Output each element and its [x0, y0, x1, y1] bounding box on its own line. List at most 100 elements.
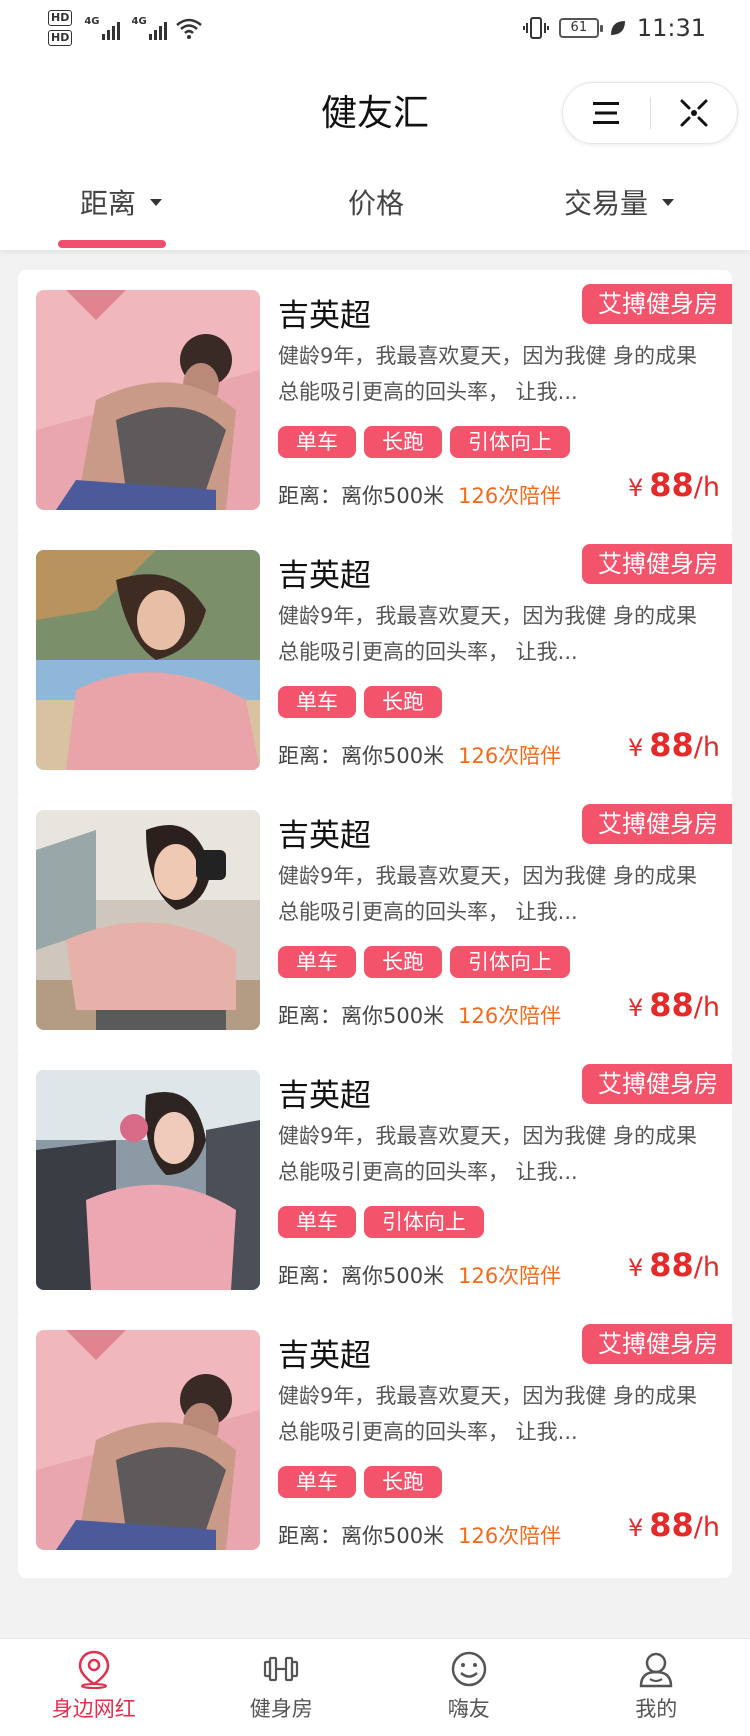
close-target-icon: [680, 99, 708, 127]
status-left: HD HD 4G 4G: [48, 10, 203, 46]
caret-down-icon: [150, 198, 163, 206]
trainer-card[interactable]: 吉英超 艾搏健身房 健龄9年，我最喜欢夏天，因为我健 身的成果总能吸引更高的回头…: [18, 270, 732, 538]
tab-friends[interactable]: 嗨友: [375, 1639, 563, 1736]
hd-badge-1: HD: [48, 10, 73, 26]
price-unit: /h: [693, 472, 720, 503]
vibrate-icon: [522, 17, 549, 39]
tab-nearby[interactable]: 身边网红: [0, 1639, 188, 1736]
price: ¥ 88 /h: [628, 726, 720, 764]
price-currency: ¥: [627, 1254, 644, 1282]
price-currency: ¥: [627, 474, 644, 502]
leaf-icon: [610, 21, 625, 35]
filter-distance-label: 距离: [80, 187, 137, 220]
trainer-card[interactable]: 吉英超 艾搏健身房 健龄9年，我最喜欢夏天，因为我健 身的成果总能吸引更高的回头…: [18, 530, 732, 798]
skill-tags: 单车 长跑: [278, 1466, 442, 1498]
trainer-description: 健龄9年，我最喜欢夏天，因为我健 身的成果总能吸引更高的回头率， 让我...: [278, 1124, 698, 1184]
skill-tags: 单车 长跑: [278, 686, 442, 718]
trainer-name: 吉英超: [278, 558, 371, 594]
price-unit: /h: [693, 1512, 720, 1543]
trainer-description: 健龄9年，我最喜欢夏天，因为我健 身的成果总能吸引更高的回头率， 让我...: [278, 604, 698, 664]
person-icon: [639, 1652, 673, 1688]
distance-row: 距离：离你500米 126次陪伴: [278, 1520, 561, 1550]
trainer-card[interactable]: 吉英超 艾搏健身房 健龄9年，我最喜欢夏天，因为我健 身的成果总能吸引更高的回头…: [18, 790, 732, 1058]
filter-price[interactable]: 价格: [348, 182, 404, 222]
trainer-name: 吉英超: [278, 298, 371, 334]
gym-badge: 艾搏健身房: [582, 1324, 732, 1364]
distance-row: 距离：离你500米 126次陪伴: [278, 1000, 561, 1030]
companion-count: 126次陪伴: [458, 1264, 562, 1288]
distance-row: 距离：离你500米 126次陪伴: [278, 480, 561, 510]
filter-bar: 距离 价格 交易量: [0, 158, 750, 250]
trainer-photo: [36, 810, 260, 1030]
distance-text: 距离：离你500米: [278, 484, 445, 508]
filter-volume-label: 交易量: [564, 187, 649, 220]
title-bar: 健友汇: [0, 62, 750, 158]
gym-badge: 艾搏健身房: [582, 1064, 732, 1104]
mini-program-capsule: [562, 82, 738, 144]
skill-tag: 长跑: [364, 686, 442, 718]
signal-icon-1: 4G: [84, 16, 120, 40]
companion-count: 126次陪伴: [458, 1004, 562, 1028]
location-pin-icon: [78, 1650, 110, 1689]
trainer-photo: [36, 550, 260, 770]
trainer-card[interactable]: 吉英超 艾搏健身房 健龄9年，我最喜欢夏天，因为我健 身的成果总能吸引更高的回头…: [18, 1310, 732, 1578]
price-unit: /h: [693, 992, 720, 1023]
skill-tag: 引体向上: [450, 426, 570, 458]
skill-tag: 单车: [278, 686, 356, 718]
price-amount: 88: [649, 466, 694, 504]
companion-count: 126次陪伴: [458, 1524, 562, 1548]
skill-tags: 单车 引体向上: [278, 1206, 484, 1238]
skill-tag: 单车: [278, 426, 356, 458]
skill-tag: 长跑: [364, 1466, 442, 1498]
tab-mine-label: 我的: [635, 1697, 678, 1721]
distance-row: 距离：离你500米 126次陪伴: [278, 1260, 561, 1290]
tab-friends-label: 嗨友: [447, 1697, 490, 1721]
price-unit: /h: [693, 1252, 720, 1283]
skill-tag: 长跑: [364, 946, 442, 978]
skill-tag: 引体向上: [450, 946, 570, 978]
companion-count: 126次陪伴: [458, 744, 562, 768]
price-currency: ¥: [627, 734, 644, 762]
gym-badge: 艾搏健身房: [582, 804, 732, 844]
price-amount: 88: [649, 1246, 694, 1284]
price: ¥ 88 /h: [628, 1506, 720, 1544]
skill-tag: 长跑: [364, 426, 442, 458]
skill-tag: 引体向上: [364, 1206, 484, 1238]
filter-volume[interactable]: 交易量: [564, 182, 675, 222]
smiley-icon: [451, 1651, 486, 1687]
dumbbell-icon: [264, 1656, 299, 1682]
menu-button[interactable]: [563, 83, 650, 143]
price-currency: ¥: [627, 994, 644, 1022]
status-right: 61 11:31: [522, 14, 706, 42]
signal-icon-2: 4G: [132, 16, 167, 40]
gym-badge: 艾搏健身房: [582, 544, 732, 584]
network-type-1: 4G: [84, 16, 100, 27]
trainer-photo: [36, 1070, 260, 1290]
hd-badge-2: HD: [48, 30, 73, 46]
filter-price-label: 价格: [348, 187, 405, 220]
caret-down-icon: [662, 198, 675, 206]
price: ¥ 88 /h: [628, 466, 720, 504]
trainer-name: 吉英超: [278, 818, 371, 854]
wifi-icon: [175, 18, 202, 39]
trainer-name: 吉英超: [278, 1078, 371, 1114]
trainer-photo: [36, 290, 260, 510]
active-filter-indicator: [58, 240, 166, 248]
status-bar: HD HD 4G 4G 61 11:31: [0, 0, 750, 62]
tab-gym[interactable]: 健身房: [188, 1639, 376, 1736]
filter-distance[interactable]: 距离: [80, 182, 163, 222]
skill-tag: 单车: [278, 1206, 356, 1238]
price: ¥ 88 /h: [628, 986, 720, 1024]
distance-text: 距离：离你500米: [278, 744, 445, 768]
price-amount: 88: [649, 986, 694, 1024]
price: ¥ 88 /h: [628, 1246, 720, 1284]
bottom-tab-bar: 身边网红 健身房 嗨友 我的: [0, 1638, 750, 1736]
trainer-description: 健龄9年，我最喜欢夏天，因为我健 身的成果总能吸引更高的回头率， 让我...: [278, 864, 698, 924]
menu-icon: [593, 102, 620, 124]
close-button[interactable]: [651, 83, 738, 143]
distance-row: 距离：离你500米 126次陪伴: [278, 740, 561, 770]
tab-gym-label: 健身房: [249, 1697, 313, 1721]
tab-mine[interactable]: 我的: [563, 1639, 750, 1736]
trainer-card[interactable]: 吉英超 艾搏健身房 健龄9年，我最喜欢夏天，因为我健 身的成果总能吸引更高的回头…: [18, 1050, 732, 1318]
trainer-description: 健龄9年，我最喜欢夏天，因为我健 身的成果总能吸引更高的回头率， 让我...: [278, 344, 698, 404]
